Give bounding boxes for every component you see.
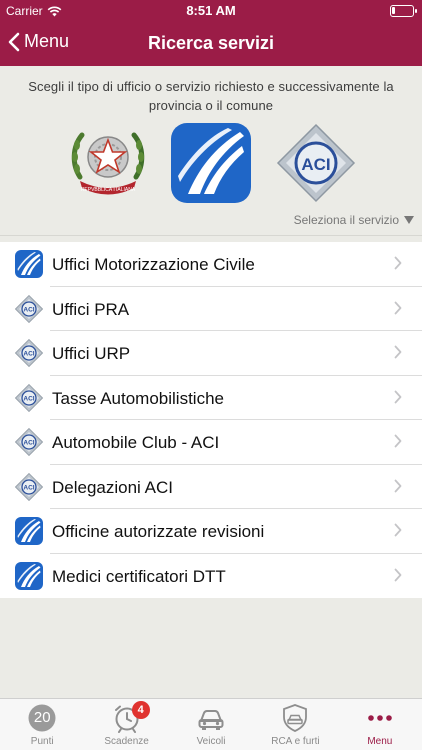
service-list: Uffici Motorizzazione Civile ACI Uffici PR… [0,242,422,598]
tab-scadenze[interactable]: 4 Scadenze [84,699,168,750]
chevron-right-icon [394,256,402,270]
tab-label: Menu [338,736,422,747]
chevron-right-icon [394,390,402,404]
tab-veicoli[interactable]: Veicoli [169,699,253,750]
points-circle-icon: 20 [27,703,57,733]
service-row-label: Uffici URP [52,344,130,364]
battery-fill [392,7,395,14]
motorizzazione-logo-icon [15,517,43,545]
service-row-label: Automobile Club - ACI [52,433,219,453]
aci-logo-icon: ACI [15,473,43,501]
svg-text:ACI: ACI [23,484,34,491]
service-row-label: Officine autorizzate revisioni [52,522,264,542]
service-row-label: Medici certificatori DTT [52,567,226,587]
service-row[interactable]: Medici certificatori DTT [0,554,422,599]
top-bar: Carrier 8:51 AM Menu Ricerca servizi [0,0,422,66]
chevron-right-icon [394,301,402,315]
car-icon [196,703,226,733]
tab-label: RCA e furti [253,736,337,747]
chevron-right-icon [394,568,402,582]
shield-car-icon [280,703,310,733]
svg-text:ACI: ACI [301,155,330,174]
chevron-right-icon [394,345,402,359]
navigation-bar: Menu Ricerca servizi [0,22,422,66]
service-row[interactable]: ACI Uffici URP [0,331,422,376]
service-row[interactable]: Officine autorizzate revisioni [0,509,422,554]
svg-text:REPVBBLICA ITALIANA: REPVBBLICA ITALIANA [81,187,136,193]
more-dots-icon [365,703,395,733]
service-row[interactable]: Uffici Motorizzazione Civile [0,242,422,287]
service-row-label: Uffici PRA [52,300,129,320]
intro-text: Scegli il tipo di ufficio o servizio ric… [10,77,412,115]
svg-text:ACI: ACI [23,351,34,358]
repubblica-italiana-emblem-icon[interactable]: REPVBBLICA ITALIANA [68,125,148,203]
aci-logo-icon: ACI [15,295,43,323]
notification-badge: 4 [132,701,150,719]
chevron-right-icon [394,434,402,448]
tab-rca-e-furti[interactable]: RCA e furti [253,699,337,750]
back-button[interactable]: Menu [8,31,69,52]
chevron-left-icon [8,32,20,52]
chevron-right-icon [394,479,402,493]
svg-text:ACI: ACI [23,440,34,447]
service-row[interactable]: ACI Uffici PRA [0,287,422,332]
service-row[interactable]: ACI Tasse Automobilistiche [0,376,422,421]
chevron-right-icon [394,523,402,537]
aci-logo-icon: ACI [15,428,43,456]
service-row-label: Uffici Motorizzazione Civile [52,255,255,275]
tab-bar: 20 Punti 4 ScadenzeVeicoliRCA e furtiMenu [0,698,422,750]
intro-panel: Scegli il tipo di ufficio o servizio ric… [0,66,422,236]
status-bar: Carrier 8:51 AM [0,0,422,22]
aci-logo-icon: ACI [15,339,43,367]
motorizzazione-logo-icon [15,250,43,278]
motorizzazione-logo-icon[interactable] [170,122,252,204]
caret-down-icon [404,216,414,224]
select-service-dropdown[interactable]: Seleziona il servizio [294,213,414,227]
tab-label: Veicoli [169,736,253,747]
select-service-label: Seleziona il servizio [294,213,399,227]
points-value: 20 [27,709,57,726]
tab-label: Punti [0,736,84,747]
back-button-label: Menu [24,31,69,52]
aci-logo-icon[interactable]: ACI [276,123,356,203]
service-row-label: Tasse Automobilistiche [52,389,224,409]
status-time: 8:51 AM [0,3,422,18]
svg-text:ACI: ACI [23,306,34,313]
tab-menu[interactable]: Menu [338,699,422,750]
battery-icon [390,5,414,17]
service-row-label: Delegazioni ACI [52,478,173,498]
tab-punti[interactable]: 20 Punti [0,699,84,750]
svg-text:ACI: ACI [23,395,34,402]
service-type-logos: REPVBBLICA ITALIANA ACI [0,122,422,208]
motorizzazione-logo-icon [15,562,43,590]
service-row[interactable]: ACI Delegazioni ACI [0,465,422,510]
tab-label: Scadenze [84,736,168,747]
service-row[interactable]: ACI Automobile Club - ACI [0,420,422,465]
aci-logo-icon: ACI [15,384,43,412]
